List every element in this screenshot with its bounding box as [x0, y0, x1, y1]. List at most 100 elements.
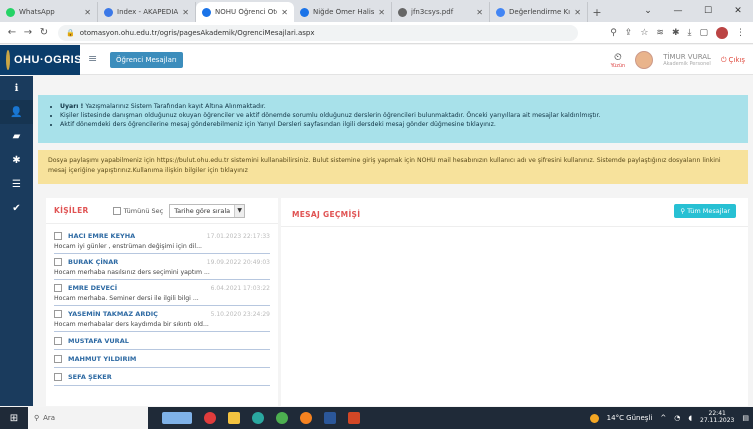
close-window-icon[interactable]: ✕: [723, 0, 753, 22]
contact-row: YASEMİN TAKMAZ ARDIÇ 5.10.2020 23:24:29: [54, 310, 270, 318]
ogris-logo[interactable]: OHU·OGRIS: [0, 45, 82, 75]
contact-checkbox[interactable]: [54, 337, 62, 345]
contact-last-message-date: 19.09.2022 20:49:03: [206, 258, 270, 266]
contact-message-preview: Hocam merhaba. Seminer dersi ile ilgili …: [54, 295, 199, 302]
tab-search-icon[interactable]: ⌄: [633, 0, 663, 22]
tab-close-icon[interactable]: ✕: [84, 8, 91, 17]
tab-close-icon[interactable]: ✕: [281, 8, 288, 17]
tray-chevron-icon[interactable]: ^: [660, 414, 666, 422]
browser-tab[interactable]: Index - AKAPEDIA | A✕: [98, 2, 196, 22]
contact-list-item[interactable]: SEFA ŞEKER: [54, 368, 270, 386]
contact-name[interactable]: HACI EMRE KEYHA: [68, 232, 135, 240]
select-all-label: Tümünü Seç: [123, 206, 164, 215]
browser-tab[interactable]: Değerlendirme Kılavu✕: [490, 2, 588, 22]
contact-list-item[interactable]: HACI EMRE KEYHA 17.01.2023 22:17:33 Hocam …: [54, 228, 270, 254]
edge-icon[interactable]: [252, 412, 264, 424]
contact-list-item[interactable]: MUSTAFA VURAL: [54, 332, 270, 350]
info-alert: Uyarı ! Yazışmalarınız Sistem Tarafından…: [38, 95, 748, 143]
contact-checkbox[interactable]: [54, 232, 62, 240]
minimize-icon[interactable]: —: [663, 0, 693, 22]
extension-icon[interactable]: ≋: [656, 28, 664, 38]
windows-start-icon[interactable]: ⊞: [0, 413, 28, 424]
user-avatar[interactable]: [635, 51, 654, 69]
contact-message-preview: Hocam merhabalar ders kaydımda bir sıkın…: [54, 321, 209, 328]
session-clock[interactable]: ⏲ Yüzün: [611, 52, 626, 69]
sidebar-students-icon[interactable]: 👤: [0, 100, 33, 124]
volume-icon[interactable]: ◖: [688, 414, 692, 422]
reload-icon[interactable]: ↻: [36, 27, 52, 38]
contacts-panel-header: KİŞİLER Tümünü Seç Tarihe göre sırala ▼: [46, 198, 278, 224]
contact-list-item[interactable]: BURAK ÇİNAR 19.09.2022 20:49:03 Hocam merh…: [54, 254, 270, 280]
session-clock-label: Yüzün: [610, 62, 626, 69]
contact-list-item[interactable]: YASEMİN TAKMAZ ARDIÇ 5.10.2020 23:24:29 Ho…: [54, 306, 270, 332]
sidebar-book-icon[interactable]: ▰: [0, 124, 33, 148]
browser-tab[interactable]: jfn3csys.pdf ✕: [392, 2, 490, 22]
contact-list-item[interactable]: EMRE DEVECİ 6.04.2021 17:03:22 Hocam merha…: [54, 280, 270, 306]
contact-checkbox[interactable]: [54, 310, 62, 318]
contact-name[interactable]: BURAK ÇİNAR: [68, 258, 118, 266]
notification-icon[interactable]: ▤: [742, 414, 749, 422]
tab-close-icon[interactable]: ✕: [182, 8, 189, 17]
contact-list: HACI EMRE KEYHA 17.01.2023 22:17:33 Hocam …: [46, 224, 278, 386]
sidebar-list-icon[interactable]: ☰: [0, 172, 33, 196]
contact-message-preview: Hocam iyi günler , enstrüman değişimi iç…: [54, 243, 203, 250]
taskbar-search-label: Ara: [43, 414, 56, 422]
new-tab-button[interactable]: +: [588, 2, 606, 22]
logout-button[interactable]: ⏻ Çıkış: [721, 56, 745, 65]
forward-icon[interactable]: →: [20, 27, 36, 38]
sidebar-info-icon[interactable]: ℹ: [0, 76, 33, 100]
file-explorer-icon[interactable]: [228, 412, 240, 424]
widgets-icon[interactable]: [162, 412, 192, 424]
sidepanel-icon[interactable]: ▢: [699, 28, 708, 38]
contact-name[interactable]: MUSTAFA VURAL: [68, 337, 129, 345]
app-header: OHU·OGRIS ≡ Öğrenci Mesajları ⏲ Yüzün Tİ…: [0, 45, 753, 75]
info-alert-text: Yazışmalarınız Sistem Tarafından kayıt A…: [85, 103, 266, 110]
download-icon[interactable]: ⤓: [688, 28, 692, 38]
powerpoint-icon[interactable]: [348, 412, 360, 424]
url-field[interactable]: 🔒 otomasyon.ohu.edu.tr/ogris/pagesAkadem…: [58, 24, 578, 41]
profile-avatar[interactable]: [716, 26, 728, 39]
chrome-icon[interactable]: [276, 412, 288, 424]
opera-icon[interactable]: [204, 412, 216, 424]
contacts-title: KİŞİLER: [54, 206, 89, 215]
back-icon[interactable]: ←: [4, 27, 20, 38]
firefox-icon[interactable]: [300, 412, 312, 424]
user-info[interactable]: TİMUR VURAL Akademik Personel: [663, 53, 711, 67]
contact-list-item[interactable]: MAHMUT YILDIRIM: [54, 350, 270, 368]
menu-dots-icon[interactable]: ⋮: [736, 28, 745, 38]
contact-checkbox[interactable]: [54, 355, 62, 363]
puzzle-icon[interactable]: ✱: [672, 28, 680, 38]
window-controls: ⌄ — ☐ ✕: [633, 0, 753, 22]
word-icon[interactable]: [324, 412, 336, 424]
bookmark-star-icon[interactable]: ☆: [640, 28, 648, 38]
message-history-panel: MESAJ GEÇMİŞİ ⚲ Tüm Mesajlar: [281, 198, 748, 406]
tab-close-icon[interactable]: ✕: [476, 8, 483, 17]
tab-close-icon[interactable]: ✕: [574, 8, 581, 17]
contact-checkbox[interactable]: [54, 284, 62, 292]
hamburger-menu-icon[interactable]: ≡: [88, 52, 97, 65]
all-messages-button[interactable]: ⚲ Tüm Mesajlar: [674, 204, 736, 218]
contact-checkbox[interactable]: [54, 373, 62, 381]
taskbar-clock[interactable]: 22:41 27.11.2023: [700, 411, 734, 424]
contact-name[interactable]: MAHMUT YILDIRIM: [68, 355, 136, 363]
share-icon[interactable]: ⇪: [625, 28, 633, 38]
contact-name[interactable]: SEFA ŞEKER: [68, 373, 112, 381]
checkbox-box[interactable]: [112, 206, 121, 215]
contact-name[interactable]: YASEMİN TAKMAZ ARDIÇ: [68, 310, 158, 318]
zoom-icon[interactable]: ⚲: [610, 28, 617, 38]
tab-title: jfn3csys.pdf: [411, 8, 454, 16]
tab-close-icon[interactable]: ✕: [378, 8, 385, 17]
network-icon[interactable]: ◔: [674, 414, 680, 422]
contact-checkbox[interactable]: [54, 258, 62, 266]
maximize-icon[interactable]: ☐: [693, 0, 723, 22]
weather-text[interactable]: 14°C Güneşli: [607, 414, 653, 422]
browser-tab[interactable]: NOHU Öğrenci Otom ✕: [196, 2, 294, 22]
sidebar-check-icon[interactable]: ✔: [0, 196, 33, 220]
sidebar-gear-icon[interactable]: ✱: [0, 148, 33, 172]
contact-name[interactable]: EMRE DEVECİ: [68, 284, 117, 292]
taskbar-search[interactable]: ⚲ Ara: [28, 407, 148, 429]
select-all-checkbox[interactable]: Tümünü Seç: [112, 206, 164, 215]
browser-tab[interactable]: Niğde Ömer Halisde✕: [294, 2, 392, 22]
browser-tab[interactable]: WhatsApp ✕: [0, 2, 98, 22]
sort-select[interactable]: Tarihe göre sırala ▼: [169, 203, 246, 218]
